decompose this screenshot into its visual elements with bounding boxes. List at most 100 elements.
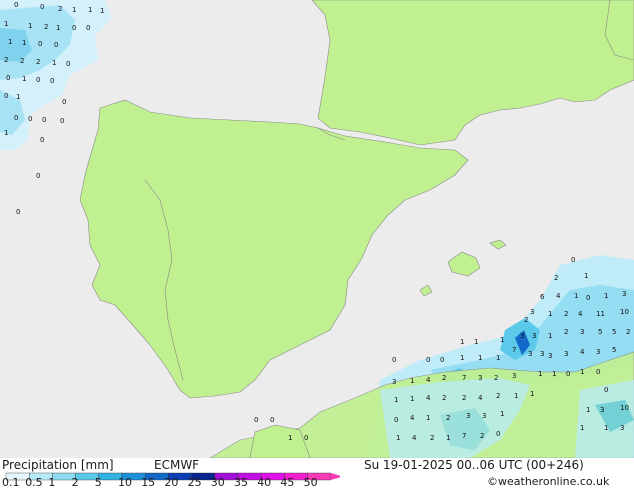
svg-text:2: 2 [564, 328, 568, 336]
svg-text:11: 11 [596, 310, 605, 318]
svg-text:0: 0 [72, 24, 76, 32]
svg-text:1: 1 [4, 129, 8, 137]
svg-text:4: 4 [580, 348, 585, 356]
svg-text:3: 3 [548, 352, 552, 360]
svg-text:2: 2 [554, 274, 558, 282]
svg-text:0: 0 [36, 76, 40, 84]
svg-text:1: 1 [500, 336, 504, 344]
svg-text:1: 1 [604, 292, 608, 300]
legend-tick-label: 45 [280, 476, 295, 489]
svg-text:1: 1 [16, 93, 20, 101]
legend-overflow-arrow [330, 473, 340, 480]
legend-tick-label: 10 [118, 476, 132, 489]
svg-text:2: 2 [4, 56, 8, 64]
legend-tick-label: 35 [234, 476, 248, 489]
svg-text:1: 1 [52, 59, 56, 67]
svg-text:5: 5 [612, 328, 616, 336]
svg-text:1: 1 [474, 338, 478, 346]
svg-text:3: 3 [528, 350, 532, 358]
svg-text:2: 2 [430, 434, 434, 442]
svg-text:3: 3 [540, 350, 544, 358]
svg-text:2: 2 [494, 374, 498, 382]
svg-text:2: 2 [626, 328, 630, 336]
svg-text:0: 0 [304, 434, 308, 442]
svg-text:1: 1 [586, 406, 590, 414]
legend-tick-label: 0.5 [25, 476, 43, 489]
svg-text:2: 2 [462, 394, 466, 402]
svg-text:0: 0 [36, 172, 40, 180]
precipitation-map: 00 21 11 11 21 00 11 00 22 21 00 10 00 1… [0, 0, 634, 458]
svg-text:1: 1 [580, 424, 584, 432]
svg-text:0: 0 [14, 114, 18, 122]
forecast-datetime: Su 19-01-2025 00..06 UTC (00+246) [364, 458, 584, 472]
svg-text:1: 1 [496, 354, 500, 362]
svg-text:1: 1 [396, 434, 400, 442]
svg-text:1: 1 [574, 292, 578, 300]
svg-text:1: 1 [530, 390, 534, 398]
legend-title: Precipitation [mm] [2, 458, 114, 472]
svg-text:2: 2 [524, 316, 528, 324]
legend-tick-label: 50 [303, 476, 318, 489]
svg-text:6: 6 [540, 293, 545, 301]
svg-text:1: 1 [460, 338, 464, 346]
svg-text:3: 3 [600, 406, 604, 414]
svg-text:2: 2 [58, 5, 62, 13]
svg-text:3: 3 [512, 372, 516, 380]
svg-text:0: 0 [62, 98, 66, 106]
svg-text:2: 2 [496, 392, 500, 400]
svg-text:0: 0 [16, 208, 20, 216]
svg-text:10: 10 [620, 308, 629, 316]
svg-text:3: 3 [622, 290, 626, 298]
svg-text:1: 1 [604, 424, 608, 432]
svg-text:0: 0 [66, 60, 70, 68]
svg-text:3: 3 [532, 332, 536, 340]
legend-bar: Precipitation [mm] ECMWF Su 19-01-2025 0… [0, 458, 634, 490]
svg-text:4: 4 [412, 434, 417, 442]
svg-text:3: 3 [596, 348, 600, 356]
legend-tick-label: 25 [187, 476, 202, 489]
svg-text:0: 0 [40, 136, 44, 144]
svg-text:3: 3 [482, 412, 486, 420]
svg-text:0: 0 [604, 386, 608, 394]
svg-text:1: 1 [22, 39, 26, 47]
svg-text:5: 5 [612, 346, 616, 354]
svg-text:4: 4 [578, 310, 583, 318]
svg-text:3: 3 [530, 308, 534, 316]
svg-text:3: 3 [564, 350, 568, 358]
svg-text:0: 0 [394, 416, 398, 424]
svg-text:1: 1 [460, 354, 464, 362]
svg-text:2: 2 [442, 394, 446, 402]
svg-text:4: 4 [426, 394, 431, 402]
svg-text:0: 0 [86, 24, 90, 32]
svg-text:0: 0 [254, 416, 258, 424]
svg-text:3: 3 [466, 412, 470, 420]
svg-text:1: 1 [22, 75, 26, 83]
svg-text:0: 0 [586, 294, 590, 302]
svg-text:0: 0 [596, 368, 600, 376]
svg-text:1: 1 [478, 354, 482, 362]
legend-tick-label: 15 [141, 476, 156, 489]
svg-text:4: 4 [410, 414, 415, 422]
credit-text: ©weatheronline.co.uk [487, 475, 610, 488]
svg-text:5: 5 [598, 328, 602, 336]
svg-text:1: 1 [88, 6, 92, 14]
svg-text:1: 1 [28, 22, 32, 30]
svg-text:3: 3 [520, 332, 524, 340]
svg-text:0: 0 [54, 41, 58, 49]
svg-text:1: 1 [100, 7, 104, 15]
legend-tick-label: 2 [71, 476, 79, 489]
svg-text:0: 0 [270, 416, 274, 424]
svg-text:0: 0 [28, 115, 32, 123]
legend-tick-label: 40 [257, 476, 272, 489]
svg-text:1: 1 [410, 395, 414, 403]
svg-text:7: 7 [512, 346, 516, 354]
svg-text:2: 2 [446, 414, 450, 422]
svg-text:4: 4 [556, 292, 561, 300]
svg-text:4: 4 [426, 376, 431, 384]
svg-text:2: 2 [20, 57, 24, 65]
svg-text:7: 7 [462, 432, 466, 440]
legend-tick-label: 1 [48, 476, 56, 489]
svg-text:1: 1 [288, 434, 292, 442]
map-canvas: 00 21 11 11 21 00 11 00 22 21 00 10 00 1… [0, 0, 634, 458]
svg-text:1: 1 [548, 332, 552, 340]
